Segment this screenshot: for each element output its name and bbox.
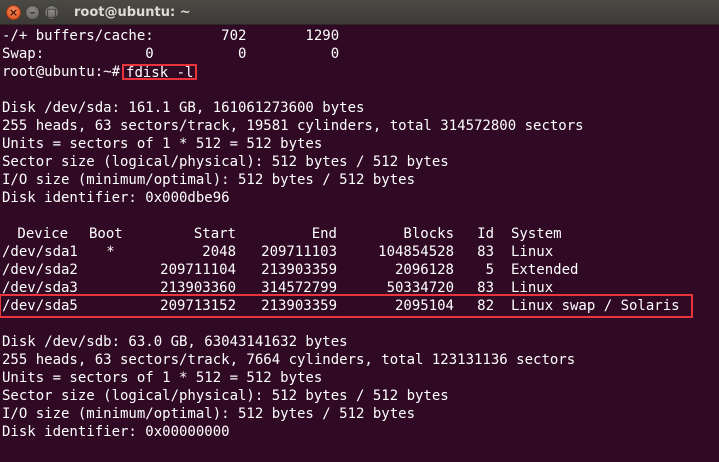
partition-table-header: Device Boot Start End Blocks Id System — [2, 225, 717, 243]
header-id: Id — [477, 226, 494, 242]
sda-info-line: I/O size (minimum/optimal): 512 bytes / … — [2, 172, 416, 188]
partition-device: /dev/sda5 — [2, 298, 78, 314]
sda-info-line: Units = sectors of 1 * 512 = 512 bytes — [2, 136, 323, 152]
output-line: -/+ buffers/cache: 702 1290 — [2, 28, 340, 44]
window-title: root@ubuntu: ~ — [74, 5, 191, 20]
partition-row: /dev/sda3 213903360 314572799 50334720 83 Lin… — [2, 279, 717, 297]
partition-table: Device Boot Start End Blocks Id System /dev/sd… — [0, 225, 717, 318]
partition-start: 209713152 — [160, 298, 236, 314]
partition-system: Extended — [511, 262, 579, 278]
output-line: Swap: 0 0 0 — [2, 46, 340, 62]
partition-blocks: 104854528 — [378, 244, 454, 260]
header-end: End — [311, 226, 337, 242]
partition-end: 209711103 — [261, 244, 337, 260]
maximize-icon[interactable]: □ — [44, 5, 59, 20]
partition-device: /dev/sda2 — [2, 262, 78, 278]
partition-system: Linux — [511, 244, 554, 260]
close-icon[interactable]: × — [6, 5, 21, 20]
partition-boot-flag: * — [106, 244, 115, 260]
partition-device: /dev/sda1 — [2, 244, 78, 260]
sdb-info-line: Units = sectors of 1 * 512 = 512 bytes — [2, 370, 323, 386]
partition-id: 83 — [477, 244, 494, 260]
sdb-info-line: 255 heads, 63 sectors/track, 7664 cylind… — [2, 352, 576, 368]
header-device: Device — [17, 226, 68, 242]
command-highlight: fdisk -l — [122, 64, 198, 80]
sdb-info-line: Sector size (logical/physical): 512 byte… — [2, 388, 449, 404]
partition-blocks: 2096128 — [394, 262, 454, 278]
partition-start: 2048 — [202, 244, 236, 260]
partition-blocks: 50334720 — [386, 280, 454, 296]
sdb-info-line: Disk /dev/sdb: 63.0 GB, 63043141632 byte… — [2, 334, 348, 350]
partition-start: 209711104 — [160, 262, 236, 278]
sda-info-line: Sector size (logical/physical): 512 byte… — [2, 154, 449, 170]
partition-id: 82 — [477, 298, 494, 314]
partition-row-highlighted: /dev/sda5 209713152 213903359 2095104 82 Linu… — [0, 294, 693, 318]
sda-info-line: Disk /dev/sda: 161.1 GB, 161061273600 by… — [2, 100, 365, 116]
partition-device: /dev/sda3 — [2, 280, 78, 296]
sdb-info-line: I/O size (minimum/optimal): 512 bytes / … — [2, 406, 416, 422]
sda-info-line: Disk identifier: 0x000dbe96 — [2, 190, 230, 206]
partition-blocks: 2095104 — [394, 298, 454, 314]
header-blocks: Blocks — [403, 226, 454, 242]
partition-row: /dev/sda2 209711104 213903359 2096128 5 Exten… — [2, 261, 717, 279]
title-bar[interactable]: × – □ root@ubuntu: ~ — [0, 0, 719, 25]
partition-id: 5 — [485, 262, 494, 278]
partition-row: /dev/sda1 * 2048 209711103 104854528 83 Linux — [2, 243, 717, 261]
partition-end: 213903359 — [261, 262, 337, 278]
sda-info-line: 255 heads, 63 sectors/track, 19581 cylin… — [2, 118, 584, 134]
partition-start: 213903360 — [160, 280, 236, 296]
partition-system: Linux — [511, 280, 554, 296]
terminal-window: × – □ root@ubuntu: ~ -/+ buffers/cache: … — [0, 0, 719, 462]
partition-system: Linux swap / Solaris — [511, 298, 680, 314]
header-system: System — [511, 226, 562, 242]
prompt-line: root@ubuntu:~# fdisk -l — [2, 63, 717, 81]
partition-id: 83 — [477, 280, 494, 296]
sdb-info-line: Disk identifier: 0x00000000 — [2, 424, 230, 440]
partition-end: 314572799 — [261, 280, 337, 296]
header-boot: Boot — [89, 226, 123, 242]
shell-prompt: root@ubuntu:~# — [2, 64, 121, 80]
minimize-icon[interactable]: – — [25, 5, 40, 20]
header-start: Start — [193, 226, 236, 242]
partition-end: 213903359 — [261, 298, 337, 314]
terminal-output[interactable]: -/+ buffers/cache: 702 1290 Swap: 0 0 0 … — [0, 27, 717, 441]
